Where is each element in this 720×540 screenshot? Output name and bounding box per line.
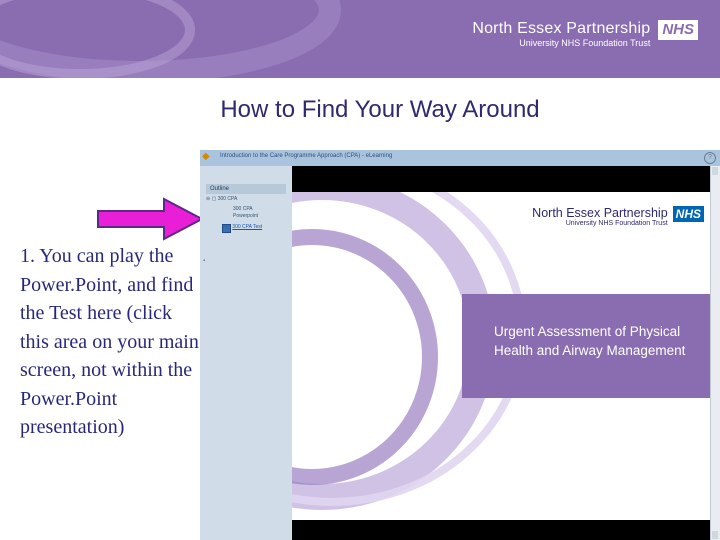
app-icon: ◆ [202,151,210,162]
panel-bullet-icon: ▪ [203,258,206,264]
tree-node-icon: ⊖ ▢ [206,196,218,202]
elearning-app-screenshot: ◆ Introduction to the Care Programme App… [200,150,720,540]
outline-panel[interactable]: Outline ⊖ ▢ 300 CPA 300 CPA Powerpoint –… [200,166,293,540]
tree-item-powerpoint[interactable]: 300 CPA Powerpoint [233,206,258,220]
app-titlebar: ◆ Introduction to the Care Programme App… [200,150,720,166]
scroll-down-icon[interactable] [712,531,718,539]
outline-header: Outline [206,184,286,194]
tree-label-root: 300 CPA [217,196,238,202]
presentation-viewer[interactable]: North Essex Partnership University NHS F… [292,166,720,540]
tree-label-powerpoint-line1: 300 CPA [233,206,253,212]
help-icon[interactable]: ? [704,152,716,164]
slide-heading-line1: Urgent Assessment of Physical [494,324,681,339]
app-window-title: Introduction to the Care Programme Appro… [220,153,393,159]
scroll-up-icon[interactable] [712,167,718,175]
slide-heading-line2: Health and Airway Management [494,343,686,358]
nhs-badge: NHS [658,20,698,40]
org-logo: North Essex Partnership University NHS F… [472,20,698,49]
viewer-scrollbar[interactable] [710,166,720,540]
tree-item-test[interactable]: – ▢ 300 CPA Test [222,224,262,231]
slide-org-subtitle: University NHS Foundation Trust [565,220,668,227]
slide-org-name: North Essex Partnership [532,206,668,220]
org-subtitle: University NHS Foundation Trust [519,38,651,48]
instruction-caption: 1. You can play the Power.Point, and fin… [20,245,199,438]
header-banner: North Essex Partnership University NHS F… [0,0,720,78]
tree-item-root[interactable]: ⊖ ▢ 300 CPA [206,196,237,203]
viewer-bottom-bar [292,520,720,540]
pointer-arrow-icon [97,197,205,241]
tree-label-powerpoint-line2: Powerpoint [233,213,259,219]
org-name: North Essex Partnership [472,20,651,37]
slide-nhs-badge: NHS [672,206,704,222]
tree-connector-icon: – ▢ [222,224,233,230]
slide-title: How to Find Your Way Around [220,96,540,123]
slide-heading: Urgent Assessment of Physical Health and… [494,322,720,360]
viewer-top-bar [292,166,720,192]
tree-label-test: 300 CPA Test [232,224,263,230]
slide-org-logo: North Essex Partnership University NHS F… [532,206,704,228]
